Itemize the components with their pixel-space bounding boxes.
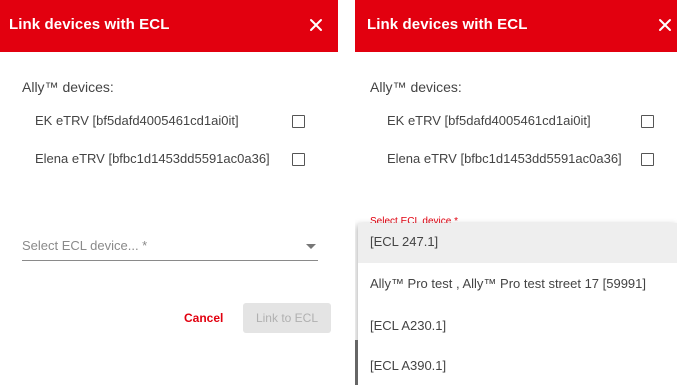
device-checkbox[interactable]	[292, 153, 305, 166]
link-devices-dialog: Link devices with ECL Ally™ devices: EK …	[0, 0, 338, 343]
backdrop	[0, 343, 338, 385]
device-row: EK eTRV [bf5dafd4005461cd1ai0it]	[355, 112, 677, 132]
device-checkbox[interactable]	[292, 115, 305, 128]
dialog-title: Link devices with ECL	[9, 16, 170, 33]
dropdown-option-label: [ECL A390.1]	[370, 358, 447, 373]
device-checkbox[interactable]	[641, 115, 654, 128]
device-row: Elena eTRV [bfbc1d1453dd5591ac0a36]	[355, 150, 677, 170]
dropdown-option-label: [ECL A230.1]	[370, 318, 447, 333]
dialog-title: Link devices with ECL	[367, 16, 528, 33]
dropdown-option[interactable]: Ally™ Pro test , Ally™ Pro test street 1…	[358, 265, 677, 305]
right-dialog-panel: Link devices with ECL Ally™ devices: EK …	[355, 0, 677, 385]
device-name: Elena eTRV [bfbc1d1453dd5591ac0a36]	[387, 151, 622, 166]
dropdown-option[interactable]: [ECL 247.1]	[358, 223, 677, 263]
dropdown-option[interactable]: [ECL A390.1]	[358, 347, 677, 385]
section-label-ally-devices: Ally™ devices:	[370, 79, 462, 95]
device-name: Elena eTRV [bfbc1d1453dd5591ac0a36]	[35, 151, 270, 166]
left-dialog-panel: Link devices with ECL Ally™ devices: EK …	[0, 0, 338, 385]
dropdown-option[interactable]: [ECL A230.1]	[358, 307, 677, 347]
dialog-header: Link devices with ECL	[0, 0, 338, 52]
dropdown-scroll-edge	[355, 340, 358, 385]
device-checkbox[interactable]	[641, 153, 654, 166]
device-name: EK eTRV [bf5dafd4005461cd1ai0it]	[35, 113, 239, 128]
dropdown-arrow-icon	[306, 244, 316, 249]
cancel-button[interactable]: Cancel	[184, 311, 223, 325]
ecl-device-select[interactable]: Select ECL device... *	[22, 236, 318, 261]
dialog-header: Link devices with ECL	[355, 0, 677, 52]
section-label-ally-devices: Ally™ devices:	[22, 79, 114, 95]
device-name: EK eTRV [bf5dafd4005461cd1ai0it]	[387, 113, 591, 128]
device-row: Elena eTRV [bfbc1d1453dd5591ac0a36]	[0, 150, 338, 170]
dropdown-option-label: Ally™ Pro test , Ally™ Pro test street 1…	[370, 276, 647, 291]
dropdown-option-label: [ECL 247.1]	[370, 234, 439, 249]
divider	[338, 0, 355, 385]
link-to-ecl-button[interactable]: Link to ECL	[243, 303, 331, 333]
device-row: EK eTRV [bf5dafd4005461cd1ai0it]	[0, 112, 338, 132]
close-icon[interactable]	[305, 14, 327, 36]
close-icon[interactable]	[654, 14, 676, 36]
link-devices-dialog: Link devices with ECL Ally™ devices: EK …	[355, 0, 677, 385]
ecl-device-dropdown-menu: [ECL 247.1] Ally™ Pro test , Ally™ Pro t…	[358, 223, 677, 385]
ecl-select-placeholder: Select ECL device... *	[22, 238, 148, 253]
